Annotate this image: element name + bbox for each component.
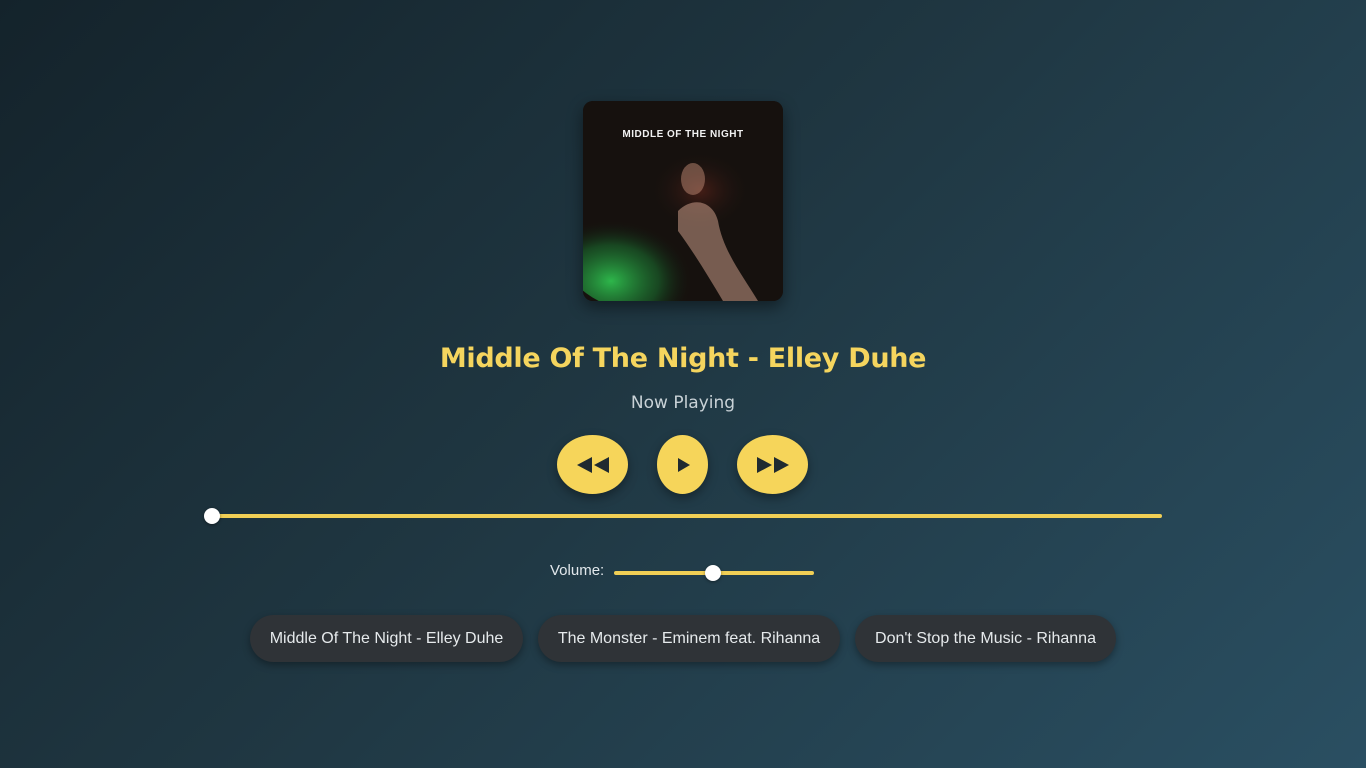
playlist-item[interactable]: The Monster - Eminem feat. Rihanna xyxy=(538,615,840,662)
playback-status: Now Playing xyxy=(630,393,736,413)
volume-thumb[interactable] xyxy=(705,565,721,581)
song-title: Middle Of The Night - Elley Duhe xyxy=(439,343,927,374)
volume-label: Volume: xyxy=(550,562,605,579)
fast-forward-icon xyxy=(756,456,789,473)
progress-bar[interactable] xyxy=(212,514,1162,518)
play-icon xyxy=(677,457,690,472)
rewind-icon xyxy=(576,456,609,473)
playlist-item[interactable]: Don't Stop the Music - Rihanna xyxy=(855,615,1116,662)
previous-button[interactable] xyxy=(557,435,628,494)
album-art-title: MIDDLE OF THE NIGHT xyxy=(622,129,744,140)
play-button[interactable] xyxy=(657,435,708,494)
progress-thumb[interactable] xyxy=(204,508,220,524)
playlist-item[interactable]: Middle Of The Night - Elley Duhe xyxy=(250,615,523,662)
next-button[interactable] xyxy=(737,435,808,494)
album-art: MIDDLE OF THE NIGHT xyxy=(583,101,783,301)
